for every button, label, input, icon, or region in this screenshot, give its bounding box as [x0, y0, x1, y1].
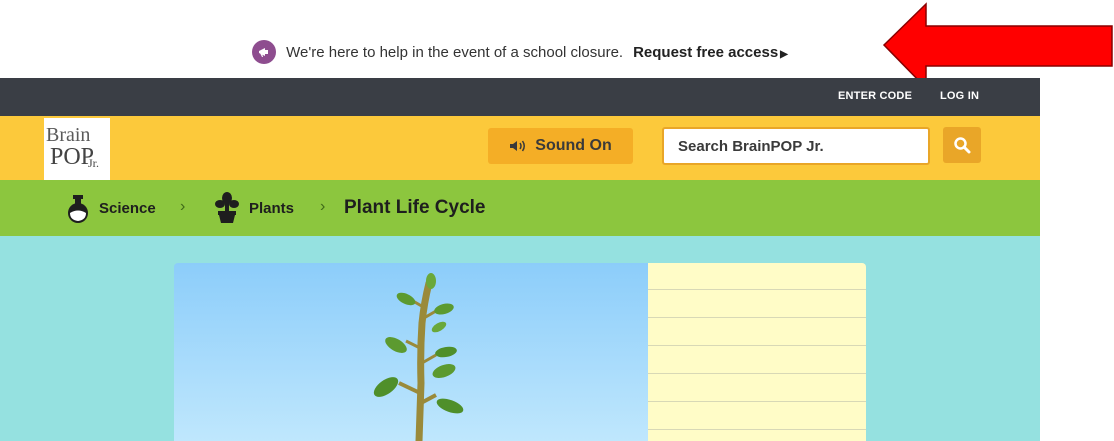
page-title: Plant Life Cycle: [344, 197, 486, 218]
notes-line: [648, 317, 866, 318]
caret-right-icon: ▶: [780, 48, 788, 60]
notes-line: [648, 373, 866, 374]
notes-line: [648, 345, 866, 346]
chevron-right-icon: ›: [180, 198, 186, 215]
plant-icon: [215, 192, 239, 223]
flask-icon: [68, 195, 88, 223]
page: We're here to help in the event of a sch…: [0, 0, 1114, 441]
log-in-link[interactable]: LOG IN: [940, 90, 979, 102]
top-nav-bar: ENTER CODE LOG IN: [0, 78, 1040, 116]
request-free-access-label: Request free access: [633, 43, 779, 61]
notes-line: [648, 429, 866, 430]
plant-illustration: [373, 273, 464, 441]
request-free-access-link[interactable]: Request free access ▶: [633, 44, 788, 61]
search-button[interactable]: [943, 127, 981, 163]
breadcrumb-science[interactable]: Science: [99, 200, 156, 217]
speaker-icon: [510, 140, 526, 152]
enter-code-link[interactable]: ENTER CODE: [838, 90, 912, 102]
brainpop-jr-logo[interactable]: Brain POP Jr.: [44, 118, 110, 180]
breadcrumb: Science › Plants › Plant Life Cycle: [0, 180, 1040, 236]
logo-jr-text: Jr.: [88, 156, 100, 170]
notes-panel: [648, 263, 866, 441]
breadcrumb-plants[interactable]: Plants: [249, 200, 294, 217]
notes-line: [648, 289, 866, 290]
megaphone-icon: [252, 40, 277, 64]
search-input[interactable]: [662, 127, 930, 165]
notes-line: [648, 401, 866, 402]
sound-on-label: Sound On: [535, 137, 612, 154]
search-icon: [954, 137, 971, 154]
chevron-right-icon: ›: [320, 198, 326, 215]
sound-on-button[interactable]: Sound On: [488, 128, 633, 164]
announcement-text: We're here to help in the event of a sch…: [286, 43, 624, 61]
movie-panel[interactable]: [174, 263, 648, 441]
